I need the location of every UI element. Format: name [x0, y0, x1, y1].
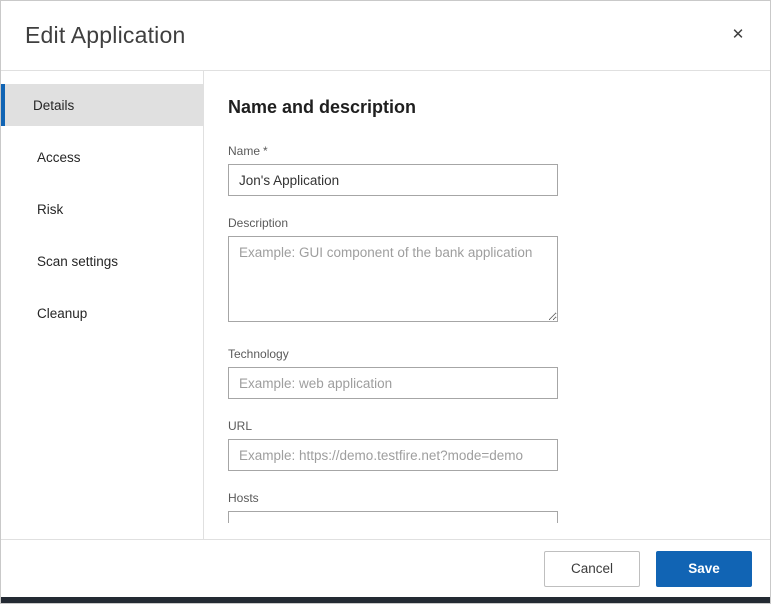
technology-field: Technology: [228, 347, 770, 399]
sidebar-item-scan-settings[interactable]: Scan settings: [1, 240, 203, 282]
modal-footer: Cancel Save: [1, 539, 770, 597]
sidebar-item-label: Risk: [37, 202, 63, 217]
required-marker: *: [263, 144, 268, 158]
hosts-field: Hosts: [228, 491, 770, 523]
save-button[interactable]: Save: [656, 551, 752, 587]
sidebar-item-access[interactable]: Access: [1, 136, 203, 178]
name-label-text: Name: [228, 144, 260, 158]
sidebar-item-label: Cleanup: [37, 306, 87, 321]
technology-input[interactable]: [228, 367, 558, 399]
description-field: Description: [228, 216, 770, 327]
name-input[interactable]: [228, 164, 558, 196]
sidebar-item-label: Scan settings: [37, 254, 118, 269]
hosts-label: Hosts: [228, 491, 770, 505]
sidebar-item-risk[interactable]: Risk: [1, 188, 203, 230]
sidebar-item-details[interactable]: Details: [1, 84, 203, 126]
edit-application-modal: Edit Application ✕ Details Access Risk S…: [0, 0, 771, 604]
sidebar-item-cleanup[interactable]: Cleanup: [1, 292, 203, 334]
page-title: Edit Application: [25, 22, 185, 49]
sidebar: Details Access Risk Scan settings Cleanu…: [1, 71, 204, 539]
details-panel: Name and description Name* Description T…: [204, 71, 770, 523]
hosts-input[interactable]: [228, 511, 558, 523]
description-input[interactable]: [228, 236, 558, 322]
modal-body: Details Access Risk Scan settings Cleanu…: [1, 71, 770, 539]
description-label: Description: [228, 216, 770, 230]
close-icon[interactable]: ✕: [724, 21, 752, 49]
url-field: URL: [228, 419, 770, 471]
bottom-bar: [1, 597, 770, 603]
sidebar-item-label: Access: [37, 150, 81, 165]
section-heading: Name and description: [228, 97, 770, 118]
url-label: URL: [228, 419, 770, 433]
url-input[interactable]: [228, 439, 558, 471]
sidebar-item-label: Details: [33, 98, 74, 113]
modal-header: Edit Application ✕: [1, 1, 770, 71]
technology-label: Technology: [228, 347, 770, 361]
name-field: Name*: [228, 144, 770, 196]
name-label: Name*: [228, 144, 770, 158]
cancel-button[interactable]: Cancel: [544, 551, 640, 587]
